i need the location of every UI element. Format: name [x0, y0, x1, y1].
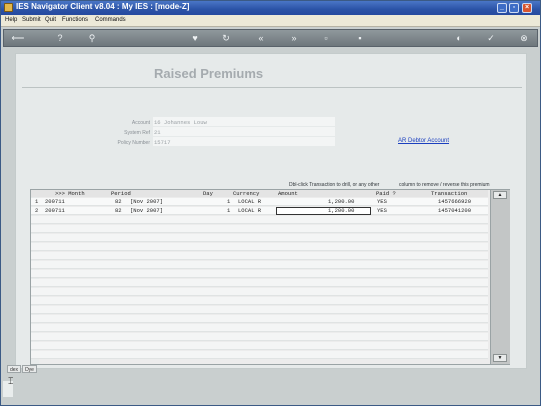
- app-icon: [4, 3, 13, 12]
- scroll-up-button[interactable]: ▲: [493, 191, 507, 199]
- col-paid[interactable]: Paid ?: [376, 190, 396, 197]
- empty-row: [31, 261, 488, 269]
- col-amount[interactable]: Amount: [278, 190, 298, 197]
- empty-row: [31, 216, 488, 224]
- policy-number-field[interactable]: 15717: [153, 137, 335, 146]
- toolbar: ⟵ ? ⚲ ♥ ↻ « » ▫ ▪ ◐ ✓ ⊗: [3, 29, 538, 47]
- premiums-grid: >>> Month Period Day Currency Amount Pai…: [30, 189, 510, 365]
- divider: [22, 87, 522, 88]
- cursor-icon: ⌶: [8, 376, 14, 386]
- col-period[interactable]: Period: [111, 190, 131, 197]
- main-panel: Raised Premiums Account 16 Johannes Louw…: [15, 53, 527, 369]
- cell-transaction[interactable]: 1457041200: [438, 207, 471, 214]
- table-row[interactable]: 1 200711 82 [Nov 2007] 1 LOCAL R 1,200.0…: [31, 198, 488, 206]
- row-number: 2: [35, 207, 39, 214]
- cell-day[interactable]: 1: [227, 207, 230, 214]
- minimize-button[interactable]: _: [497, 3, 507, 13]
- cell-paid[interactable]: YES: [377, 207, 387, 214]
- empty-row: [31, 234, 488, 242]
- empty-row: [31, 315, 488, 323]
- table-row[interactable]: 2 200711 82 [Nov 2007] 1 LOCAL R 1,200.0…: [31, 207, 488, 215]
- tab-dye[interactable]: Dye: [22, 365, 37, 373]
- menu-bar: Help Submit Quit Functions Commands: [1, 15, 540, 27]
- heart-icon[interactable]: ♥: [189, 33, 201, 44]
- cell-transaction[interactable]: 1457666920: [438, 198, 471, 205]
- close-window-button[interactable]: ×: [522, 3, 532, 13]
- grid-hint-right: column to remove / reverse this premium: [399, 182, 490, 188]
- ar-debtor-account-link[interactable]: AR Debtor Account: [398, 138, 449, 144]
- account-field[interactable]: 16 Johannes Louw: [153, 117, 335, 126]
- run-icon[interactable]: ◐: [453, 33, 465, 44]
- system-ref-field[interactable]: 21: [153, 127, 335, 136]
- empty-row: [31, 324, 488, 332]
- empty-row: [31, 297, 488, 305]
- tab-dex[interactable]: dex: [7, 365, 22, 373]
- empty-row: [31, 333, 488, 341]
- menu-help[interactable]: Help: [5, 17, 17, 23]
- empty-row: [31, 351, 488, 359]
- close-panel-icon[interactable]: ▪: [354, 33, 366, 44]
- cell-period-no[interactable]: 82: [115, 198, 122, 205]
- page-title: Raised Premiums: [154, 66, 264, 81]
- col-month[interactable]: >>> Month: [55, 190, 85, 197]
- refresh-icon[interactable]: ↻: [220, 33, 232, 44]
- cell-month[interactable]: 200711: [45, 207, 65, 214]
- back-arrow-icon[interactable]: ⟵: [8, 33, 28, 44]
- grid-scrollbar[interactable]: ▲ ▼: [490, 190, 510, 364]
- close-icon[interactable]: ⊗: [518, 33, 530, 44]
- system-ref-label: System Ref: [124, 130, 150, 136]
- empty-row: [31, 342, 488, 350]
- grid-hint-left: Dbl-click Transaction to drill, or any o…: [289, 182, 380, 188]
- empty-row: [31, 306, 488, 314]
- cell-currency[interactable]: LOCAL R: [238, 207, 261, 214]
- cell-period-label[interactable]: [Nov 2007]: [130, 207, 163, 214]
- cell-day[interactable]: 1: [227, 198, 230, 205]
- cell-period-label[interactable]: [Nov 2007]: [130, 198, 163, 205]
- cell-currency[interactable]: LOCAL R: [238, 198, 261, 205]
- empty-row: [31, 279, 488, 287]
- empty-row: [31, 225, 488, 233]
- help-icon[interactable]: ?: [54, 33, 66, 44]
- col-currency[interactable]: Currency: [233, 190, 259, 197]
- rewind-icon[interactable]: «: [255, 33, 267, 44]
- account-label: Account: [131, 120, 150, 126]
- window-title: IES Navigator Client v8.04 : My IES : [m…: [16, 2, 190, 11]
- cell-paid[interactable]: YES: [377, 198, 387, 205]
- check-icon[interactable]: ✓: [485, 33, 497, 44]
- application-window: IES Navigator Client v8.04 : My IES : [m…: [0, 0, 541, 406]
- col-day[interactable]: Day: [203, 190, 213, 197]
- policy-number-label: Policy Number: [117, 140, 150, 146]
- grid-header: >>> Month Period Day Currency Amount Pai…: [31, 190, 488, 197]
- search-icon[interactable]: ⚲: [86, 33, 98, 44]
- fast-forward-icon[interactable]: »: [288, 33, 300, 44]
- empty-row: [31, 243, 488, 251]
- menu-functions[interactable]: Functions: [62, 17, 88, 23]
- menu-submit[interactable]: Submit: [22, 17, 41, 23]
- cell-period-no[interactable]: 82: [115, 207, 122, 214]
- bottom-tabs: dex Dye: [7, 365, 38, 374]
- empty-row: [31, 252, 488, 260]
- menu-commands[interactable]: Commands: [95, 17, 126, 23]
- row-number: 1: [35, 198, 39, 205]
- cell-month[interactable]: 200711: [45, 198, 65, 205]
- col-transaction[interactable]: Transaction: [431, 190, 467, 197]
- empty-row: [31, 270, 488, 278]
- title-bar: IES Navigator Client v8.04 : My IES : [m…: [1, 1, 540, 15]
- scroll-down-button[interactable]: ▼: [493, 354, 507, 362]
- empty-row: [31, 288, 488, 296]
- page-icon[interactable]: ▫: [320, 33, 332, 44]
- amount-edit-box[interactable]: [276, 207, 371, 215]
- maximize-button[interactable]: ▫: [509, 3, 519, 13]
- cell-amount[interactable]: 1,200.00: [328, 198, 354, 205]
- cell-amount[interactable]: 1,200.00: [328, 207, 354, 214]
- menu-quit[interactable]: Quit: [45, 17, 56, 23]
